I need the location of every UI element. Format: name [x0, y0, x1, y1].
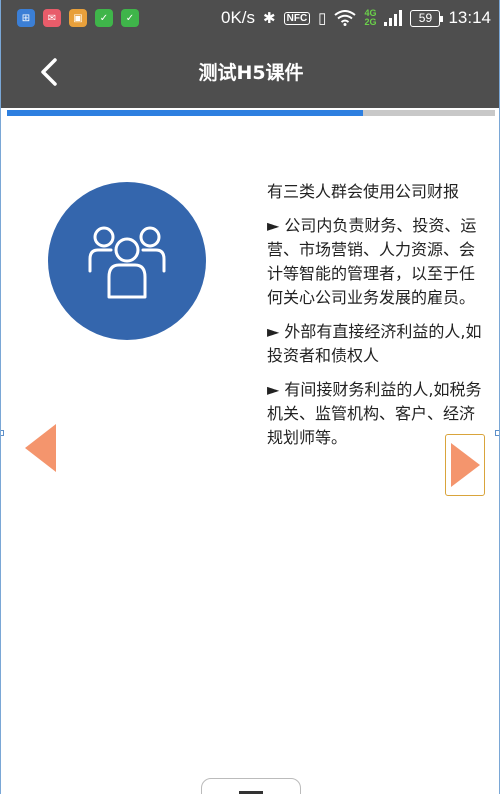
network-type: 4G 2G	[364, 9, 376, 27]
people-illustration	[48, 182, 206, 340]
status-bar: ⊞ ✉ ▣ ✓ ✓ 0K/s ✱ NFC ▯ 4G 2G 59 13:14	[1, 0, 499, 36]
previous-page-button[interactable]	[23, 408, 57, 488]
nfc-icon: NFC	[283, 11, 311, 25]
bluetooth-icon: ✱	[263, 10, 276, 27]
battery-level: 59	[418, 11, 433, 25]
signal-icon	[384, 10, 403, 26]
arrow-right-icon	[451, 443, 480, 487]
app-icon-2: ✉	[43, 9, 61, 27]
resize-handle-left[interactable]	[1, 430, 4, 436]
app-screen: ⊞ ✉ ▣ ✓ ✓ 0K/s ✱ NFC ▯ 4G 2G 59 13:14 测试…	[0, 0, 500, 794]
resize-handle-right[interactable]	[495, 430, 499, 436]
content-heading: 有三类人群会使用公司财报	[267, 182, 460, 201]
progress-bar	[7, 110, 495, 116]
arrow-left-icon	[25, 424, 56, 472]
bottom-menu-handle[interactable]	[201, 778, 301, 794]
title-bar: 测试H5课件	[1, 36, 499, 108]
next-page-button[interactable]	[445, 434, 485, 496]
page-title: 测试H5课件	[198, 62, 304, 84]
progress-fill	[7, 110, 364, 116]
content-bullet-2: ► 外部有直接经济利益的人,如投资者和债权人	[267, 322, 482, 365]
network-label-2g: 2G	[364, 17, 377, 27]
vibrate-icon: ▯	[318, 10, 327, 27]
battery-icon: 59	[410, 9, 444, 27]
content-bullet-1: ► 公司内负责财务、投资、运营、市场营销、人力资源、会计等智能的管理者，以至于任…	[267, 216, 477, 307]
app-icon-1: ⊞	[17, 9, 35, 27]
app-icon-3: ▣	[69, 9, 87, 27]
app-icon-4: ✓	[95, 9, 113, 27]
notification-icons: ⊞ ✉ ▣ ✓ ✓	[17, 9, 139, 27]
wifi-icon	[334, 10, 357, 26]
clock: 13:14	[448, 8, 491, 27]
content-text: 有三类人群会使用公司财报 ► 公司内负责财务、投资、运营、市场营销、人力资源、会…	[267, 180, 489, 460]
status-indicators: 0K/s ✱ NFC ▯ 4G 2G 59 13:14	[221, 8, 491, 28]
people-group-icon	[88, 226, 166, 299]
app-icon-5: ✓	[121, 9, 139, 27]
network-speed: 0K/s	[221, 8, 256, 27]
